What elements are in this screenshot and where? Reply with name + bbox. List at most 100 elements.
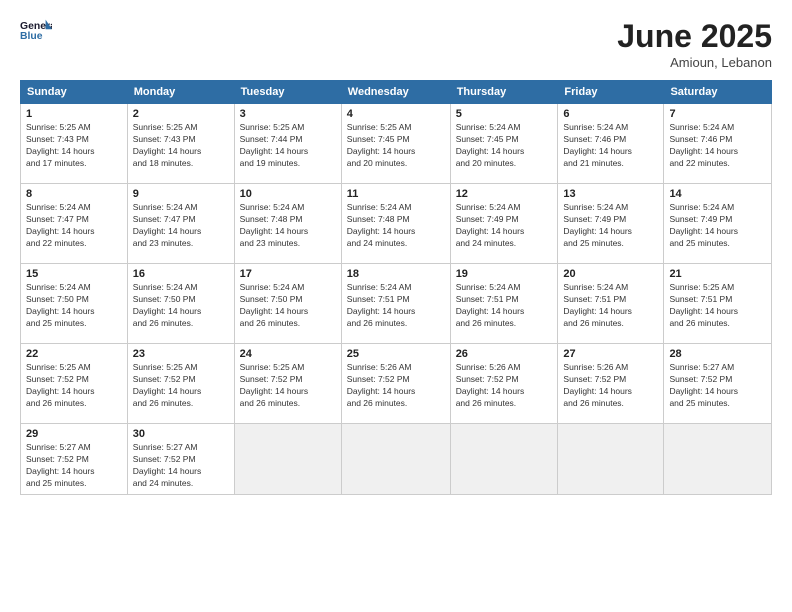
- calendar-header-friday: Friday: [558, 81, 664, 104]
- calendar-cell: 21 Sunrise: 5:25 AM Sunset: 7:51 PM Dayli…: [664, 264, 772, 344]
- calendar-week-3: 15 Sunrise: 5:24 AM Sunset: 7:50 PM Dayli…: [21, 264, 772, 344]
- day-number: 13: [563, 188, 658, 200]
- day-info: Sunrise: 5:27 AM Sunset: 7:52 PM Dayligh…: [133, 442, 229, 490]
- calendar-cell: 18 Sunrise: 5:24 AM Sunset: 7:51 PM Dayli…: [341, 264, 450, 344]
- day-info: Sunrise: 5:24 AM Sunset: 7:48 PM Dayligh…: [347, 202, 445, 250]
- day-info: Sunrise: 5:24 AM Sunset: 7:49 PM Dayligh…: [669, 202, 766, 250]
- calendar-week-4: 22 Sunrise: 5:25 AM Sunset: 7:52 PM Dayli…: [21, 344, 772, 424]
- day-info: Sunrise: 5:24 AM Sunset: 7:49 PM Dayligh…: [456, 202, 553, 250]
- day-number: 6: [563, 108, 658, 120]
- calendar-cell: 15 Sunrise: 5:24 AM Sunset: 7:50 PM Dayli…: [21, 264, 128, 344]
- day-number: 9: [133, 188, 229, 200]
- day-info: Sunrise: 5:26 AM Sunset: 7:52 PM Dayligh…: [563, 362, 658, 410]
- calendar-header-row: SundayMondayTuesdayWednesdayThursdayFrid…: [21, 81, 772, 104]
- logo-icon: General Blue: [20, 18, 52, 46]
- day-info: Sunrise: 5:24 AM Sunset: 7:48 PM Dayligh…: [240, 202, 336, 250]
- day-info: Sunrise: 5:24 AM Sunset: 7:51 PM Dayligh…: [563, 282, 658, 330]
- calendar-cell: 8 Sunrise: 5:24 AM Sunset: 7:47 PM Daylig…: [21, 184, 128, 264]
- day-number: 18: [347, 268, 445, 280]
- day-info: Sunrise: 5:24 AM Sunset: 7:50 PM Dayligh…: [240, 282, 336, 330]
- calendar-week-2: 8 Sunrise: 5:24 AM Sunset: 7:47 PM Daylig…: [21, 184, 772, 264]
- day-number: 17: [240, 268, 336, 280]
- calendar-cell: 30 Sunrise: 5:27 AM Sunset: 7:52 PM Dayli…: [127, 424, 234, 495]
- svg-text:Blue: Blue: [20, 31, 43, 42]
- calendar-cell: 12 Sunrise: 5:24 AM Sunset: 7:49 PM Dayli…: [450, 184, 558, 264]
- day-number: 4: [347, 108, 445, 120]
- logo: General Blue: [20, 18, 52, 46]
- calendar-cell: 29 Sunrise: 5:27 AM Sunset: 7:52 PM Dayli…: [21, 424, 128, 495]
- location: Amioun, Lebanon: [617, 55, 772, 70]
- calendar-cell: 13Sunrise: 5:24 AM Sunset: 7:49 PM Dayli…: [558, 184, 664, 264]
- calendar-cell: 5 Sunrise: 5:24 AM Sunset: 7:45 PM Daylig…: [450, 104, 558, 184]
- calendar-cell: 25Sunrise: 5:26 AM Sunset: 7:52 PM Dayli…: [341, 344, 450, 424]
- day-info: Sunrise: 5:25 AM Sunset: 7:43 PM Dayligh…: [26, 122, 122, 170]
- day-number: 15: [26, 268, 122, 280]
- calendar-cell: 10 Sunrise: 5:24 AM Sunset: 7:48 PM Dayli…: [234, 184, 341, 264]
- day-number: 3: [240, 108, 336, 120]
- calendar-cell: 17 Sunrise: 5:24 AM Sunset: 7:50 PM Dayli…: [234, 264, 341, 344]
- calendar-cell: 6Sunrise: 5:24 AM Sunset: 7:46 PM Daylig…: [558, 104, 664, 184]
- calendar-cell: 23Sunrise: 5:25 AM Sunset: 7:52 PM Dayli…: [127, 344, 234, 424]
- calendar-cell: 24Sunrise: 5:25 AM Sunset: 7:52 PM Dayli…: [234, 344, 341, 424]
- day-number: 25: [347, 348, 445, 360]
- calendar-cell: 2 Sunrise: 5:25 AM Sunset: 7:43 PM Daylig…: [127, 104, 234, 184]
- calendar-cell: [341, 424, 450, 495]
- day-number: 8: [26, 188, 122, 200]
- day-number: 24: [240, 348, 336, 360]
- day-info: Sunrise: 5:25 AM Sunset: 7:45 PM Dayligh…: [347, 122, 445, 170]
- day-number: 10: [240, 188, 336, 200]
- day-number: 7: [669, 108, 766, 120]
- day-info: Sunrise: 5:27 AM Sunset: 7:52 PM Dayligh…: [669, 362, 766, 410]
- calendar-cell: [664, 424, 772, 495]
- calendar-header-wednesday: Wednesday: [341, 81, 450, 104]
- day-number: 30: [133, 428, 229, 440]
- calendar-week-1: 1 Sunrise: 5:25 AM Sunset: 7:43 PM Daylig…: [21, 104, 772, 184]
- day-number: 22: [26, 348, 122, 360]
- month-title: June 2025: [617, 18, 772, 55]
- calendar-cell: 26 Sunrise: 5:26 AM Sunset: 7:52 PM Dayli…: [450, 344, 558, 424]
- calendar-cell: 3 Sunrise: 5:25 AM Sunset: 7:44 PM Daylig…: [234, 104, 341, 184]
- day-number: 26: [456, 348, 553, 360]
- calendar-header-monday: Monday: [127, 81, 234, 104]
- day-info: Sunrise: 5:27 AM Sunset: 7:52 PM Dayligh…: [26, 442, 122, 490]
- calendar-cell: 14 Sunrise: 5:24 AM Sunset: 7:49 PM Dayli…: [664, 184, 772, 264]
- day-number: 1: [26, 108, 122, 120]
- day-number: 14: [669, 188, 766, 200]
- day-number: 12: [456, 188, 553, 200]
- header: General Blue June 2025 Amioun, Lebanon: [20, 18, 772, 70]
- day-info: Sunrise: 5:24 AM Sunset: 7:46 PM Dayligh…: [669, 122, 766, 170]
- day-number: 5: [456, 108, 553, 120]
- day-info: Sunrise: 5:26 AM Sunset: 7:52 PM Dayligh…: [456, 362, 553, 410]
- day-number: 28: [669, 348, 766, 360]
- day-info: Sunrise: 5:25 AM Sunset: 7:51 PM Dayligh…: [669, 282, 766, 330]
- day-number: 2: [133, 108, 229, 120]
- day-info: Sunrise: 5:24 AM Sunset: 7:47 PM Dayligh…: [26, 202, 122, 250]
- calendar-cell: 11 Sunrise: 5:24 AM Sunset: 7:48 PM Dayli…: [341, 184, 450, 264]
- day-info: Sunrise: 5:25 AM Sunset: 7:52 PM Dayligh…: [26, 362, 122, 410]
- calendar-cell: 7 Sunrise: 5:24 AM Sunset: 7:46 PM Daylig…: [664, 104, 772, 184]
- day-info: Sunrise: 5:25 AM Sunset: 7:43 PM Dayligh…: [133, 122, 229, 170]
- day-number: 19: [456, 268, 553, 280]
- day-info: Sunrise: 5:24 AM Sunset: 7:51 PM Dayligh…: [347, 282, 445, 330]
- calendar-week-5: 29 Sunrise: 5:27 AM Sunset: 7:52 PM Dayli…: [21, 424, 772, 495]
- calendar-page: General Blue June 2025 Amioun, Lebanon S…: [0, 0, 792, 612]
- calendar-header-tuesday: Tuesday: [234, 81, 341, 104]
- day-number: 20: [563, 268, 658, 280]
- calendar-header-saturday: Saturday: [664, 81, 772, 104]
- calendar-table: SundayMondayTuesdayWednesdayThursdayFrid…: [20, 80, 772, 495]
- day-number: 21: [669, 268, 766, 280]
- calendar-cell: 1 Sunrise: 5:25 AM Sunset: 7:43 PM Daylig…: [21, 104, 128, 184]
- calendar-cell: 28 Sunrise: 5:27 AM Sunset: 7:52 PM Dayli…: [664, 344, 772, 424]
- calendar-cell: 19Sunrise: 5:24 AM Sunset: 7:51 PM Dayli…: [450, 264, 558, 344]
- day-info: Sunrise: 5:24 AM Sunset: 7:50 PM Dayligh…: [133, 282, 229, 330]
- calendar-cell: 27Sunrise: 5:26 AM Sunset: 7:52 PM Dayli…: [558, 344, 664, 424]
- day-info: Sunrise: 5:24 AM Sunset: 7:47 PM Dayligh…: [133, 202, 229, 250]
- day-info: Sunrise: 5:24 AM Sunset: 7:45 PM Dayligh…: [456, 122, 553, 170]
- day-info: Sunrise: 5:25 AM Sunset: 7:44 PM Dayligh…: [240, 122, 336, 170]
- calendar-cell: 20 Sunrise: 5:24 AM Sunset: 7:51 PM Dayli…: [558, 264, 664, 344]
- day-number: 11: [347, 188, 445, 200]
- day-number: 29: [26, 428, 122, 440]
- calendar-cell: 16Sunrise: 5:24 AM Sunset: 7:50 PM Dayli…: [127, 264, 234, 344]
- title-block: June 2025 Amioun, Lebanon: [617, 18, 772, 70]
- day-info: Sunrise: 5:24 AM Sunset: 7:50 PM Dayligh…: [26, 282, 122, 330]
